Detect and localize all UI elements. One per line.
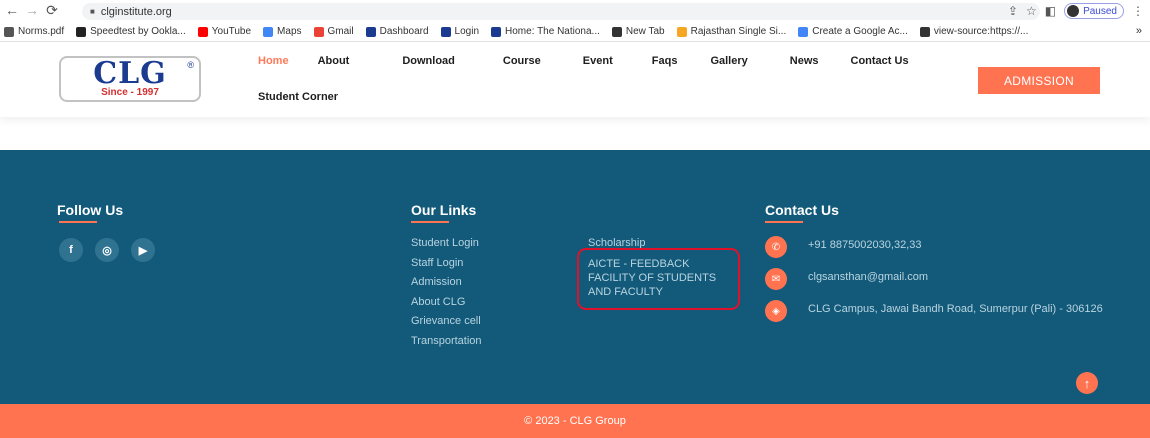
nav-contact-us[interactable]: Contact Us [851,55,909,67]
highlight-annotation [577,248,740,310]
address-bar[interactable]: ■ clginstitute.org [82,3,1040,20]
footer-link[interactable]: Staff Login [411,254,482,274]
our-links-title: Our Links [411,202,477,218]
nav-news[interactable]: News [790,55,819,67]
email-text[interactable]: clgsansthan@gmail.com [808,268,928,285]
bookmark-label: Dashboard [379,26,429,37]
site-icon [440,26,451,37]
star-icon[interactable]: ☆ [1026,4,1037,18]
share-icon[interactable]: ⇪ [1008,4,1018,18]
facebook-icon[interactable]: f [59,238,83,262]
bookmark-label: YouTube [211,26,252,37]
footer-link[interactable]: Grievance cell [411,312,482,332]
bookmark-label: Login [454,26,480,37]
google-icon [263,26,274,37]
menu-dots-icon[interactable]: ⋮ [1132,4,1144,18]
bookmark-label: Create a Google Ac... [812,26,908,37]
site-icon [491,26,502,37]
nav-home[interactable]: Home [258,55,289,67]
social-icons: f ◎ ▶ [59,238,155,262]
nav-course[interactable]: Course [503,55,541,67]
bookmark-item[interactable]: Create a Google Ac... [798,26,908,37]
profile-button[interactable]: Paused [1064,3,1124,19]
globe-icon [611,26,622,37]
follow-us-title: Follow Us [57,202,124,218]
bookmark-item[interactable]: view-source:https://... [919,26,1029,37]
bookmark-item[interactable]: Login [440,26,480,37]
bookmark-label: view-source:https://... [933,26,1029,37]
location-icon: ◈ [765,300,787,322]
bookmark-label: Gmail [327,26,354,37]
clg-logo[interactable]: CLG ® Since - 1997 [59,56,201,102]
bookmark-item[interactable]: Rajasthan Single Si... [676,26,787,37]
scroll-to-top-button[interactable]: ↑ [1076,372,1098,394]
contact-phone: ✆ +91 8875002030,32,33 [765,236,921,258]
phone-text[interactable]: +91 8875002030,32,33 [808,236,921,253]
profile-status: Paused [1083,5,1117,17]
registered-mark: ® [187,60,194,70]
logo-since: Since - 1997 [101,87,159,98]
rajasthan-icon [676,26,687,37]
nav-download[interactable]: Download [402,55,455,67]
lock-icon: ■ [90,7,95,16]
nav-about[interactable]: About [318,55,350,67]
bookmark-item[interactable]: YouTube [197,26,252,37]
bookmark-item[interactable]: Gmail [313,26,354,37]
forward-arrow-icon[interactable]: → [22,2,42,18]
bookmark-item[interactable]: Dashboard [365,26,429,37]
avatar [1067,5,1080,17]
footer: Follow Us f ◎ ▶ Our Links Student Login S… [0,150,1150,404]
main-nav: Home About Download Course Event Faqs Gallery N… [258,55,909,67]
nav-gallery[interactable]: Gallery [710,55,747,67]
contact-email: ✉ clgsansthan@gmail.com [765,268,928,290]
instagram-icon[interactable]: ◎ [95,238,119,262]
youtube-icon[interactable]: ▶ [131,238,155,262]
contact-us-title: Contact Us [765,202,839,218]
copyright-bar: © 2023 - CLG Group [0,404,1150,438]
browser-toolbar: ← → ⟳ ■ clginstitute.org ⇪ ☆ ◧ Paused ⋮ [0,0,1150,22]
gmail-icon [313,26,324,37]
url-text: clginstitute.org [100,5,172,18]
site-icon [365,26,376,37]
bookmark-label: Home: The Nationa... [505,26,600,37]
bookmark-label: Speedtest by Ookla... [90,26,186,37]
bookmark-label: Maps [277,26,302,37]
back-arrow-icon[interactable]: ← [2,2,22,18]
title-underline [765,221,803,223]
address-text: CLG Campus, Jawai Bandh Road, Sumerpur (… [808,303,1103,315]
speedtest-icon [76,26,87,37]
google-icon [798,26,809,37]
bookmarks-bar: Norms.pdf Speedtest by Ookla... YouTube Map… [0,22,1150,42]
globe-icon [919,26,930,37]
links-column-1: Student Login Staff Login Admission About C… [411,234,482,351]
admission-button[interactable]: ADMISSION [978,67,1100,94]
document-icon [4,26,14,37]
sidepanel-icon[interactable]: ◧ [1045,4,1056,18]
bookmark-label: New Tab [625,26,665,37]
nav-event[interactable]: Event [583,55,613,67]
footer-link[interactable]: Admission [411,273,482,293]
footer-link[interactable]: About CLG [411,293,482,313]
youtube-icon [197,26,208,37]
footer-link[interactable]: Student Login [411,234,482,254]
bookmark-item[interactable]: New Tab [611,26,665,37]
bookmark-label: Norms.pdf [18,26,65,37]
nav-student-corner[interactable]: Student Corner [258,91,338,103]
bookmark-item[interactable]: Home: The Nationa... [491,26,600,37]
title-underline [411,221,449,223]
phone-icon: ✆ [765,236,787,258]
reload-icon[interactable]: ⟳ [42,2,62,19]
more-bookmarks-icon[interactable]: » [1136,25,1142,37]
logo-text: CLG [93,56,167,91]
bookmark-item[interactable]: Speedtest by Ookla... [76,26,186,37]
nav-faqs[interactable]: Faqs [652,55,678,67]
footer-link[interactable]: Transportation [411,332,482,352]
bookmark-label: Rajasthan Single Si... [690,26,787,37]
title-underline [59,221,97,223]
contact-address: ◈ CLG Campus, Jawai Bandh Road, Sumerpur… [765,300,1108,322]
mail-icon: ✉ [765,268,787,290]
bookmark-item[interactable]: Maps [263,26,302,37]
site-header: CLG ® Since - 1997 Home About Download Cour… [0,43,1150,117]
bookmark-item[interactable]: Norms.pdf [4,26,64,37]
